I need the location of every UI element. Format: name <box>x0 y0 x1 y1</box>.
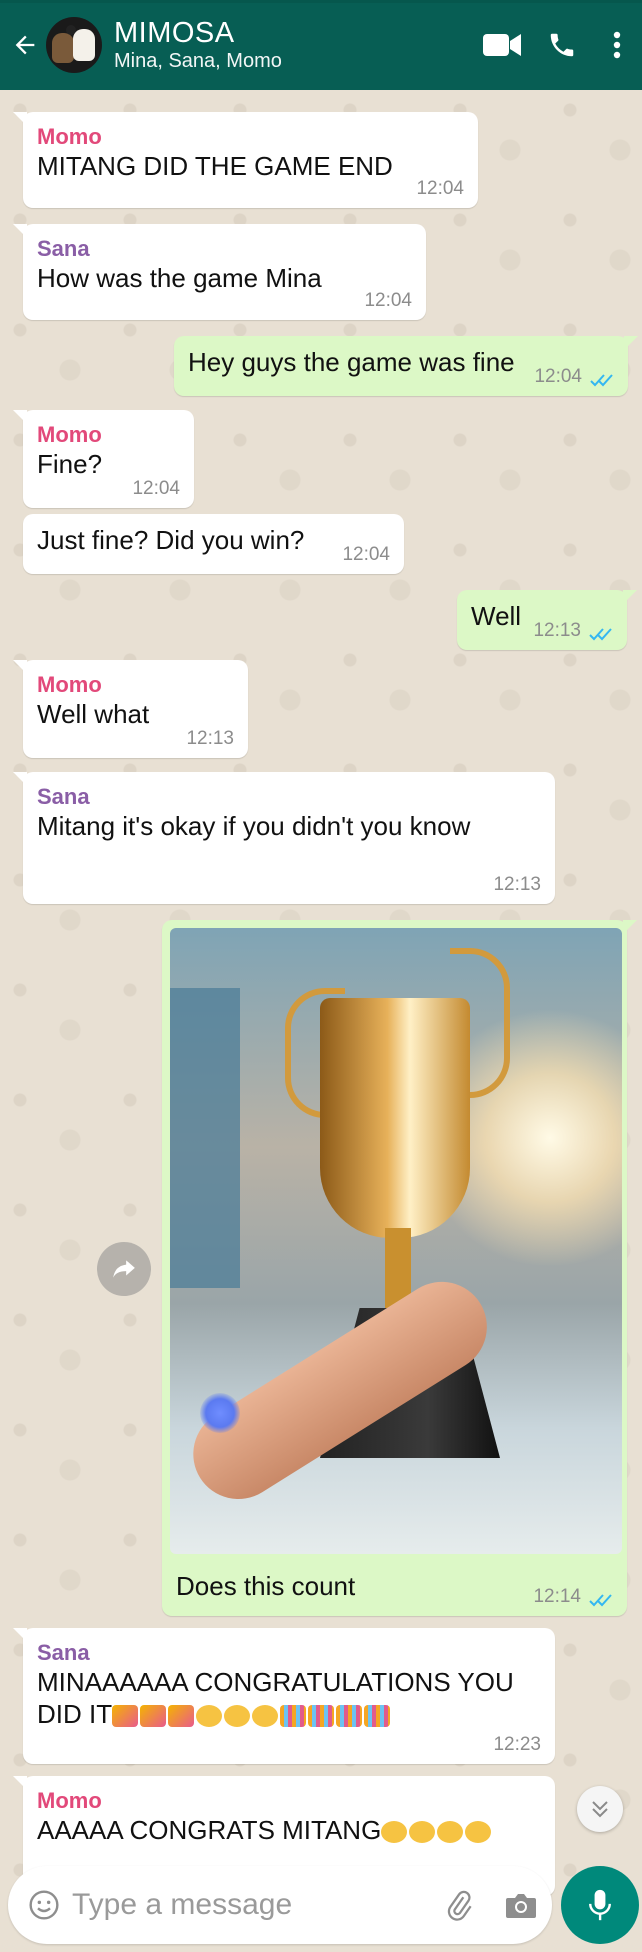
message-incoming[interactable]: Momo Fine? 12:04 <box>13 410 194 508</box>
sender-name: Momo <box>37 422 102 447</box>
emoji-icon <box>29 1890 59 1920</box>
message-text: AAAAA CONGRATS MITANG <box>37 1814 541 1846</box>
image-caption: Does this count <box>176 1571 356 1601</box>
attach-button[interactable] <box>428 1866 490 1944</box>
partying-face-emoji <box>196 1705 223 1728</box>
chat-header: MIMOSA Mina, Sana, Momo <box>0 0 642 90</box>
trophy-photo[interactable] <box>170 928 622 1554</box>
sender-name: Sana <box>37 236 90 261</box>
message-text: How was the game Mina <box>37 263 322 293</box>
voice-call-button[interactable] <box>532 0 592 90</box>
video-call-icon <box>483 34 521 56</box>
message-composer: Type a message <box>8 1866 552 1944</box>
message-incoming[interactable]: Just fine? Did you win? 12:04 <box>23 514 404 574</box>
read-receipt-icon <box>589 1594 612 1607</box>
sender-name: Sana <box>37 1640 90 1665</box>
message-text-line2: DID IT <box>37 1698 541 1730</box>
voice-message-button[interactable] <box>561 1866 639 1944</box>
sender-name: Momo <box>37 672 102 697</box>
emoji-button[interactable] <box>16 1866 72 1944</box>
message-outgoing-image[interactable]: Does this count 12:14 <box>162 920 637 1616</box>
message-text: MITANG DID THE GAME END <box>37 151 393 181</box>
party-popper-emoji <box>112 1705 139 1728</box>
message-incoming[interactable]: Sana Mitang it's okay if you didn't you … <box>13 772 555 904</box>
party-popper-emoji <box>168 1705 195 1728</box>
partying-face-emoji <box>252 1705 279 1728</box>
message-outgoing[interactable]: Hey guys the game was fine 12:04 <box>174 336 638 396</box>
message-time: 12:14 <box>533 1586 581 1607</box>
message-incoming[interactable]: Momo Well what 12:13 <box>13 660 248 758</box>
more-options-icon <box>613 31 621 59</box>
scroll-to-bottom-button[interactable] <box>577 1786 623 1832</box>
message-text-content: AAAAA CONGRATS MITANG <box>37 1815 382 1845</box>
chat-area[interactable]: Momo MITANG DID THE GAME END 12:04 Sana … <box>0 90 642 1952</box>
camera-icon <box>506 1894 536 1918</box>
mic-icon <box>589 1889 611 1921</box>
back-arrow-icon <box>15 35 35 55</box>
video-call-button[interactable] <box>472 0 532 90</box>
chat-title: MIMOSA <box>114 17 235 49</box>
message-incoming[interactable]: Sana MINAAAAAA CONGRATULATIONS YOU DID I… <box>13 1628 555 1764</box>
message-text: Fine? <box>37 449 103 479</box>
back-button[interactable] <box>6 0 44 90</box>
message-time: 12:04 <box>416 178 464 199</box>
group-avatar[interactable] <box>46 17 102 73</box>
attach-icon <box>447 1890 472 1921</box>
sender-name: Momo <box>37 124 102 149</box>
partying-face-emoji <box>465 1821 492 1844</box>
message-text: Mitang it's okay if you didn't you know <box>37 811 471 841</box>
message-incoming[interactable]: Sana How was the game Mina 12:04 <box>13 224 426 320</box>
message-time: 12:13 <box>493 874 541 895</box>
voice-call-icon <box>550 33 574 57</box>
sender-name: Momo <box>37 1788 102 1813</box>
message-text-line1: MINAAAAAA CONGRATULATIONS YOU <box>37 1667 514 1697</box>
message-outgoing[interactable]: Well 12:13 <box>457 590 637 650</box>
party-popper-emoji <box>140 1705 167 1728</box>
message-time: 12:04 <box>342 544 390 565</box>
partying-face-emoji <box>224 1705 251 1728</box>
message-time: 12:04 <box>364 290 412 311</box>
status-bar-strip <box>0 0 642 3</box>
message-time: 12:04 <box>534 366 582 387</box>
message-incoming[interactable]: Momo MITANG DID THE GAME END 12:04 <box>13 112 478 208</box>
confetti-ball-emoji <box>308 1705 335 1728</box>
camera-button[interactable] <box>490 1866 552 1944</box>
confetti-ball-emoji <box>336 1705 363 1728</box>
message-time: 12:13 <box>186 728 234 749</box>
read-receipt-icon <box>590 374 613 387</box>
message-text: Well what <box>37 699 150 729</box>
confetti-ball-emoji <box>280 1705 307 1728</box>
read-receipt-icon <box>589 628 612 641</box>
chat-title-block[interactable]: MIMOSA Mina, Sana, Momo <box>114 17 472 73</box>
forward-icon <box>113 1260 135 1278</box>
message-input[interactable]: Type a message <box>72 1888 428 1922</box>
confetti-ball-emoji <box>364 1705 391 1728</box>
partying-face-emoji <box>409 1821 436 1844</box>
message-text: Just fine? Did you win? <box>37 525 305 555</box>
chat-participants: Mina, Sana, Momo <box>114 50 282 72</box>
partying-face-emoji <box>437 1821 464 1844</box>
message-time: 12:23 <box>493 1734 541 1755</box>
forward-button[interactable] <box>97 1242 151 1296</box>
partying-face-emoji <box>381 1821 408 1844</box>
message-time: 12:13 <box>533 620 581 641</box>
message-time: 12:04 <box>132 478 180 499</box>
more-options-button[interactable] <box>592 0 642 90</box>
sender-name: Sana <box>37 784 90 809</box>
scroll-down-icon <box>592 1801 608 1818</box>
message-text-line2-text: DID IT <box>37 1699 113 1729</box>
